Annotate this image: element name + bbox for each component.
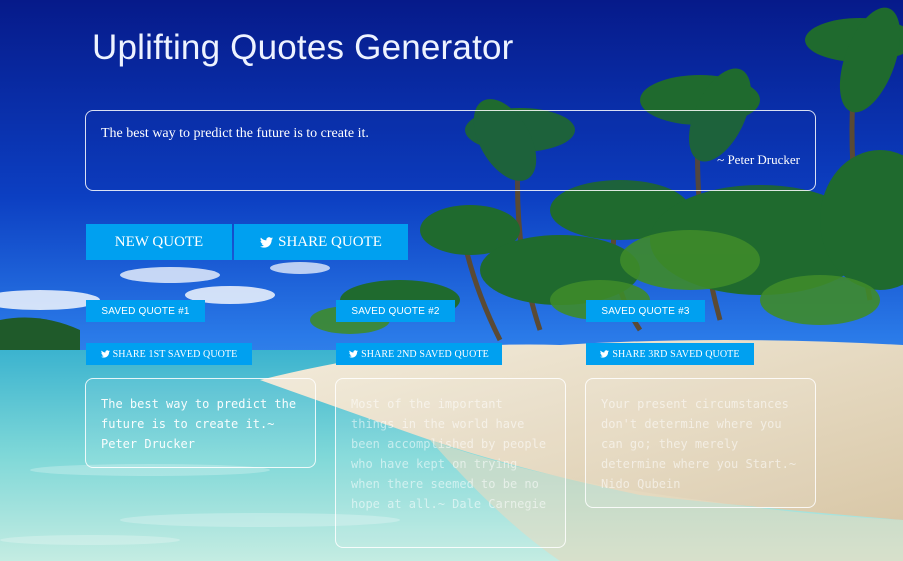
share-quote-label: SHARE QUOTE xyxy=(278,233,382,250)
twitter-icon xyxy=(600,350,610,358)
twitter-icon xyxy=(349,350,359,358)
saved-quote-1-label[interactable]: SAVED QUOTE #1 xyxy=(86,300,205,322)
twitter-icon xyxy=(260,236,274,248)
new-quote-label: NEW QUOTE xyxy=(114,233,204,250)
share-saved-quote-3-button[interactable]: SHARE 3RD SAVED QUOTE xyxy=(586,343,754,365)
quote-text: The best way to predict the future is to… xyxy=(101,126,369,141)
saved-quote-2-label[interactable]: SAVED QUOTE #2 xyxy=(336,300,455,322)
new-quote-button[interactable]: NEW QUOTE xyxy=(86,224,232,260)
share-saved-quote-2-button[interactable]: SHARE 2ND SAVED QUOTE xyxy=(336,343,502,365)
page-title: Uplifting Quotes Generator xyxy=(92,28,514,67)
share-saved-quote-1-button[interactable]: SHARE 1ST SAVED QUOTE xyxy=(86,343,252,365)
saved-quote-3-label[interactable]: SAVED QUOTE #3 xyxy=(586,300,705,322)
twitter-icon xyxy=(100,350,110,358)
share-saved-quote-3-label: SHARE 3RD SAVED QUOTE xyxy=(612,348,740,360)
quote-author: ~ Peter Drucker xyxy=(717,152,800,167)
saved-quote-1-card: The best way to predict the future is to… xyxy=(85,378,316,468)
current-quote-box: The best way to predict the future is to… xyxy=(85,110,816,191)
share-quote-button[interactable]: SHARE QUOTE xyxy=(234,224,408,260)
saved-quote-3-card: Your present circumstances don't determi… xyxy=(585,378,816,508)
share-saved-quote-1-label: SHARE 1ST SAVED QUOTE xyxy=(112,348,238,360)
saved-quote-2-card: Most of the important things in the worl… xyxy=(335,378,566,548)
share-saved-quote-2-label: SHARE 2ND SAVED QUOTE xyxy=(361,348,489,360)
